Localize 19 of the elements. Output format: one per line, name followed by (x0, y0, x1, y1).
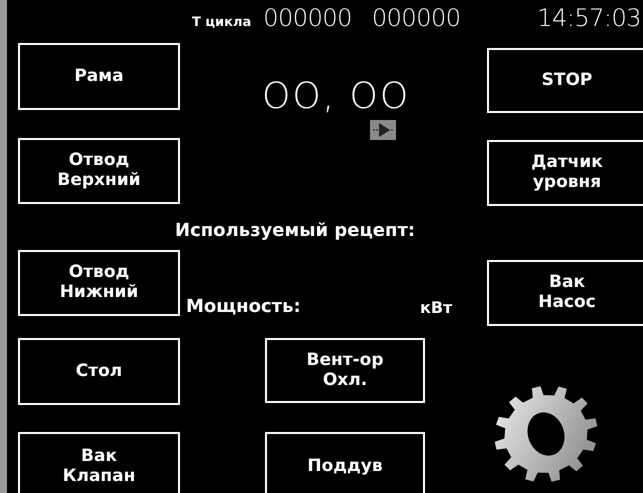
display-value: OO, OO (262, 76, 410, 117)
counter-value: 000000 (263, 4, 352, 32)
control-button[interactable]: Датчик уровня (487, 140, 643, 206)
power-label: Мощность: (186, 296, 301, 317)
control-button[interactable]: Вак Насос (487, 260, 643, 326)
control-button[interactable]: Отвод Верхний (18, 138, 180, 204)
cycle-time-label: Т цикла (192, 15, 252, 30)
control-button[interactable]: Поддув (265, 432, 425, 493)
play-icon[interactable] (370, 120, 396, 140)
control-button[interactable]: Стол (18, 338, 180, 405)
power-unit: кВт (420, 298, 452, 317)
control-button[interactable]: Вак Клапан (18, 432, 180, 493)
control-button[interactable]: Отвод Нижний (18, 250, 180, 316)
control-button[interactable]: Вент-ор Охл. (265, 338, 425, 403)
counter-value: 000000 (372, 4, 461, 32)
control-button[interactable]: Рама (18, 43, 180, 110)
recipe-label: Используемый рецепт: (175, 220, 416, 241)
control-button[interactable]: STOP (487, 48, 643, 113)
clock-time: 14:57:03 (537, 4, 641, 32)
